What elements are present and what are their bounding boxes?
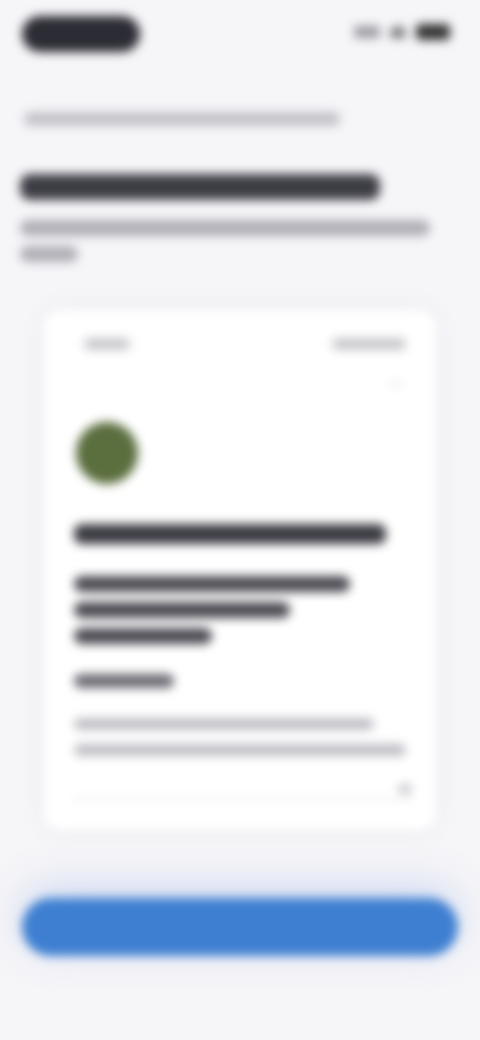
- breadcrumb[interactable]: [24, 112, 340, 126]
- app-screen: ⋯: [0, 0, 480, 1040]
- page-subtitle: [20, 220, 430, 236]
- card-right-label[interactable]: [332, 338, 406, 350]
- status-bar: [22, 10, 458, 54]
- signal-icon: [354, 26, 380, 38]
- more-icon[interactable]: ⋯: [388, 376, 406, 394]
- card-left-label: [84, 338, 130, 350]
- card-meta: [74, 674, 174, 688]
- headline-line-1: [74, 576, 350, 592]
- organization-name: [74, 524, 386, 544]
- headline-line-2: [74, 602, 290, 618]
- preview-card[interactable]: ⋯: [44, 310, 436, 830]
- battery-icon: [416, 24, 450, 40]
- status-time: [22, 16, 140, 52]
- card-corner-mark: [398, 784, 412, 794]
- status-icons: [354, 24, 450, 40]
- description-line-1: [74, 718, 374, 730]
- organization-logo: [76, 422, 138, 484]
- page-subtitle-continued: [20, 246, 78, 262]
- headline-line-3: [74, 628, 212, 644]
- page-title: [20, 174, 380, 200]
- wifi-icon: [390, 26, 406, 38]
- divider: [74, 786, 412, 800]
- primary-button[interactable]: [22, 898, 458, 956]
- description-line-2: [74, 744, 406, 756]
